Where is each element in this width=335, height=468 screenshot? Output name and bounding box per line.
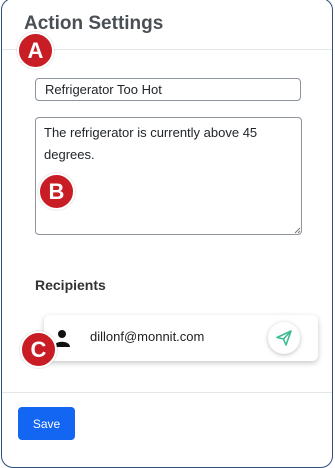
annotation-marker-c: C [20,331,57,368]
subject-input[interactable] [35,78,301,101]
action-settings-panel: Action Settings The refrigerator is curr… [1,0,333,468]
send-button[interactable] [268,322,300,354]
message-textarea[interactable]: The refrigerator is currently above 45 d… [35,117,302,235]
recipient-row: dillonf@monnit.com [44,315,318,361]
resize-grip-icon[interactable] [294,227,301,234]
recipient-email: dillonf@monnit.com [90,329,205,344]
panel-title: Action Settings [24,13,164,34]
save-button[interactable]: Save [18,407,75,440]
annotation-marker-b: B [38,173,75,210]
send-icon [276,330,292,346]
recipients-heading: Recipients [35,277,106,293]
annotation-marker-a: A [17,32,54,69]
footer-divider [2,392,332,393]
